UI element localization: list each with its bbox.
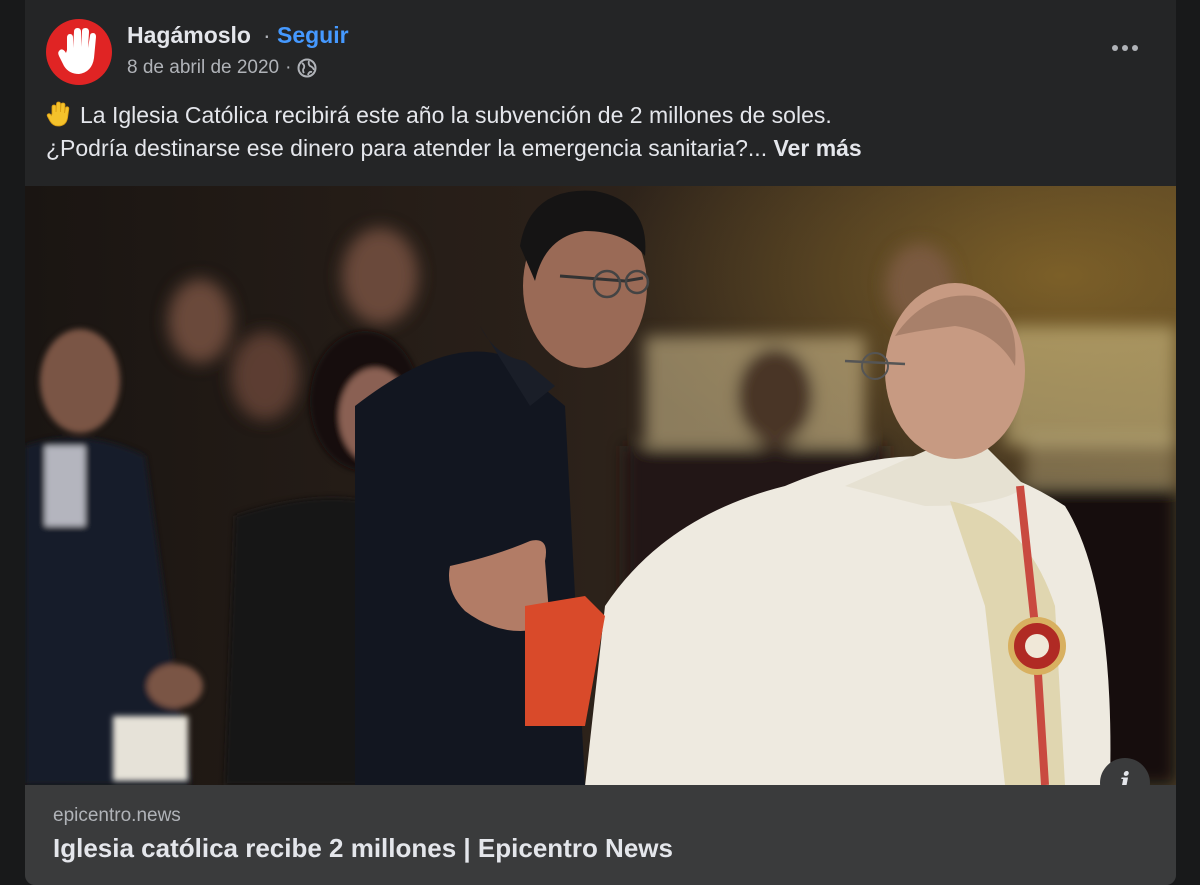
post-text-line2: ¿Podría destinarse ese dinero para atend… <box>46 135 768 161</box>
name-separator: · <box>263 22 271 48</box>
link-preview[interactable]: epicentro.news Iglesia católica recibe 2… <box>25 785 1176 885</box>
post-photo[interactable] <box>25 186 1176 785</box>
link-title[interactable]: Iglesia católica recibe 2 millones | Epi… <box>53 833 673 864</box>
post-text-line1: La Iglesia Católica recibirá este año la… <box>80 102 832 128</box>
post-text: La Iglesia Católica recibirá este año la… <box>46 99 1146 165</box>
follow-button[interactable]: Seguir <box>277 22 349 49</box>
post-card: Hagámoslo · Seguir 8 de abril de 2020 · … <box>25 0 1176 885</box>
meta-separator: · <box>285 57 292 78</box>
post-date[interactable]: 8 de abril de 2020 <box>127 57 279 79</box>
globe-icon[interactable] <box>297 58 317 78</box>
photo-image <box>25 186 1176 785</box>
more-options-icon[interactable] <box>1107 34 1143 62</box>
page-avatar[interactable] <box>46 19 112 85</box>
link-domain: epicentro.news <box>53 805 181 826</box>
post-meta: 8 de abril de 2020 · <box>127 57 317 79</box>
raised-hand-icon <box>46 101 70 127</box>
see-more-link[interactable]: Ver más <box>773 135 861 161</box>
stop-hand-icon <box>58 28 96 74</box>
page-name[interactable]: Hagámoslo <box>127 22 251 49</box>
